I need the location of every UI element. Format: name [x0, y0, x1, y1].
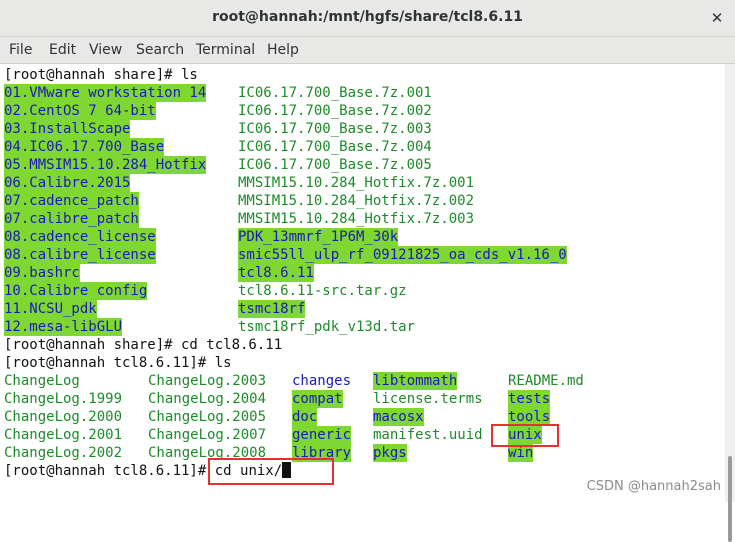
directory-entry: tcl8.6.11 — [238, 264, 314, 282]
directory-entry: 09.bashrc — [4, 264, 80, 282]
directory-entry: 06.Calibre.2015 — [4, 174, 131, 192]
file-entry: ChangeLog.2000 — [4, 409, 123, 425]
directory-entry: libtommath — [373, 372, 458, 390]
file-entry: IC06.17.700_Base.7z.001 — [238, 85, 432, 101]
directory-entry: 08.calibre_license — [4, 246, 156, 264]
prompt-line: [root@hannah tcl8.6.11] — [4, 463, 198, 479]
file-entry: ChangeLog.2002 — [4, 445, 123, 461]
directory-entry: 12.mesa-libGLU — [4, 318, 123, 336]
file-entry: manifest.uuid — [373, 427, 483, 443]
terminal-line: [root@hannah share]# cd tcl8.6.11 — [4, 336, 282, 354]
directory-entry: 03.InstallScape — [4, 120, 131, 138]
file-entry: tsmc18rf_pdk_v13d.tar — [238, 319, 416, 335]
file-entry: MMSIM15.10.284_Hotfix.7z.002 — [238, 193, 475, 209]
file-entry: IC06.17.700_Base.7z.002 — [238, 103, 432, 119]
file-entry: MMSIM15.10.284_Hotfix.7z.003 — [238, 211, 475, 227]
file-entry: ChangeLog — [4, 373, 80, 389]
scrollbar-thumb[interactable] — [728, 456, 732, 542]
menu-search[interactable]: Search — [136, 42, 184, 58]
directory-entry: pkgs — [373, 444, 407, 462]
file-entry: IC06.17.700_Base.7z.005 — [238, 157, 432, 173]
file-entry: MMSIM15.10.284_Hotfix.7z.001 — [238, 175, 475, 191]
watermark: CSDN @hannah2sah — [586, 479, 721, 494]
title-bar: root@hannah:/mnt/hgfs/share/tcl8.6.11 ✕ — [0, 0, 735, 37]
file-entry: ChangeLog.2004 — [148, 391, 267, 407]
file-entry: license.terms — [373, 391, 483, 407]
file-entry: tcl8.6.11-src.tar.gz — [238, 283, 407, 299]
highlight-box-unix — [491, 424, 559, 447]
close-icon[interactable]: ✕ — [708, 9, 726, 27]
menu-file[interactable]: File — [9, 42, 32, 58]
directory-entry: smic55ll_ulp_rf_09121825_oa_cds_v1.16_0 — [238, 246, 567, 264]
prompt-line: [root@hannah share]# cd tcl8.6.11 — [4, 337, 283, 353]
menu-terminal[interactable]: Terminal — [196, 42, 255, 58]
prompt-line: [root@hannah tcl8.6.11]# ls — [4, 355, 232, 371]
menu-help[interactable]: Help — [267, 42, 299, 58]
terminal-line: [root@hannah share]# ls — [4, 66, 198, 84]
window-title: root@hannah:/mnt/hgfs/share/tcl8.6.11 — [212, 9, 523, 25]
directory-entry: macosx — [373, 408, 424, 426]
terminal-line: [root@hannah tcl8.6.11]# ls — [4, 354, 232, 372]
directory-entry: generic — [292, 426, 352, 444]
file-entry: ChangeLog.2001 — [4, 427, 123, 443]
directory-entry: 08.cadence_license — [4, 228, 156, 246]
directory-entry: tsmc18rf — [238, 300, 306, 318]
terminal-output[interactable]: [root@hannah share]# ls 01.VMware workst… — [0, 64, 725, 502]
menu-edit[interactable]: Edit — [49, 42, 76, 58]
directory-entry: 11.NCSU_pdk — [4, 300, 97, 318]
directory-entry: 07.cadence_patch — [4, 192, 139, 210]
directory-entry: 07.calibre_patch — [4, 210, 139, 228]
file-entry: README.md — [508, 373, 584, 389]
directory-entry: PDK_13mmrf_1P6M_30k — [238, 228, 399, 246]
directory-entry: 05.MMSIM15.10.284_Hotfix — [4, 156, 207, 174]
file-entry: changes — [292, 373, 352, 389]
file-entry: ChangeLog.2007 — [148, 427, 267, 443]
menu-bar: File Edit View Search Terminal Help — [0, 37, 735, 64]
file-entry: ChangeLog.2003 — [148, 373, 267, 389]
directory-entry: compat — [292, 390, 343, 408]
prompt-line: [root@hannah share]# ls — [4, 67, 198, 83]
file-entry: ChangeLog.1999 — [4, 391, 123, 407]
file-entry: IC06.17.700_Base.7z.004 — [238, 139, 432, 155]
directory-entry: 10.Calibre config — [4, 282, 148, 300]
directory-entry: tests — [508, 390, 551, 408]
directory-entry: doc — [292, 408, 318, 426]
directory-entry: 02.CentOS 7 64-bit — [4, 102, 156, 120]
file-entry: IC06.17.700_Base.7z.003 — [238, 121, 432, 137]
file-entry: ChangeLog.2005 — [148, 409, 267, 425]
directory-entry: 04.IC06.17.700_Base — [4, 138, 165, 156]
highlight-box-command — [208, 458, 334, 485]
directory-entry: 01.VMware workstation 14 — [4, 84, 207, 102]
scrollbar[interactable] — [725, 64, 735, 542]
menu-view[interactable]: View — [89, 42, 122, 58]
